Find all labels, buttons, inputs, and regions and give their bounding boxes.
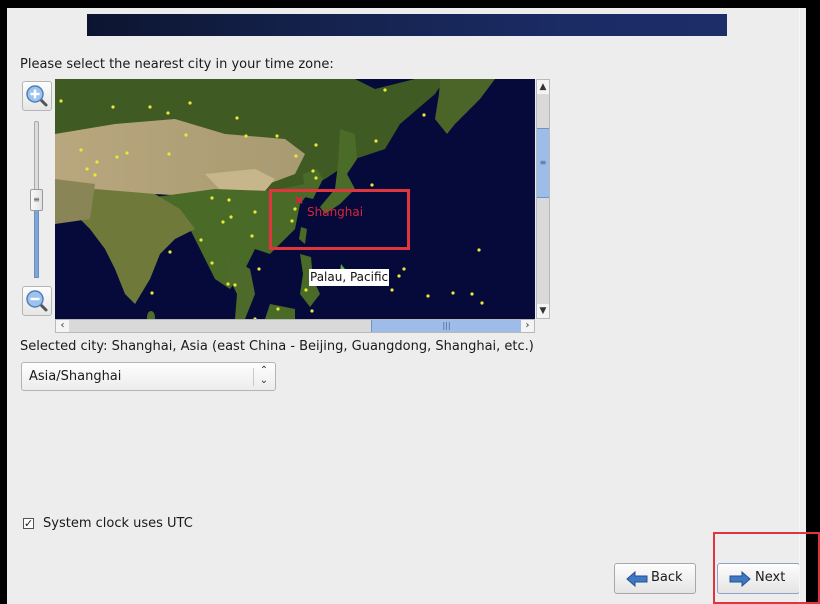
zoom-out-icon: [26, 290, 48, 312]
scroll-up-icon[interactable]: ▲: [537, 80, 549, 94]
timezone-select[interactable]: Asia/Shanghai ⌃ ⌄: [21, 362, 276, 391]
installer-window: Please select the nearest city in your t…: [7, 8, 806, 604]
zoom-slider-handle[interactable]: ≡: [30, 189, 43, 211]
zoom-in-icon: [26, 85, 48, 107]
header-banner: [87, 14, 727, 36]
back-button-label: Back: [651, 570, 683, 585]
timezone-prompt: Please select the nearest city in your t…: [20, 57, 334, 72]
scroll-right-icon[interactable]: ›: [521, 320, 534, 332]
utc-checkbox-label: System clock uses UTC: [43, 516, 193, 531]
horizontal-scroll-thumb[interactable]: |||: [371, 320, 521, 332]
map-horizontal-scrollbar[interactable]: ‹ ||| ›: [55, 319, 535, 333]
select-divider: [253, 368, 254, 386]
zoom-out-button[interactable]: [22, 286, 52, 316]
back-arrow-icon: [626, 571, 648, 587]
scroll-down-icon[interactable]: ▼: [537, 304, 549, 318]
vertical-scroll-thumb[interactable]: ≡: [537, 128, 549, 198]
zoom-slider-fill: [34, 202, 39, 278]
map-vertical-scrollbar[interactable]: ▲ ≡ ▼: [536, 79, 550, 319]
annotation-highlight-next: [713, 532, 820, 604]
annotation-highlight-shanghai: [269, 189, 410, 250]
back-button[interactable]: Back: [614, 563, 696, 594]
scroll-left-icon[interactable]: ‹: [56, 320, 69, 332]
selected-city-text: Selected city: Shanghai, Asia (east Chin…: [20, 339, 534, 354]
utc-checkbox[interactable]: ✓: [23, 518, 34, 529]
timezone-select-value: Asia/Shanghai: [29, 369, 122, 384]
hover-city-tooltip: Palau, Pacific: [309, 269, 390, 286]
select-updown-icon: ⌃ ⌄: [259, 365, 269, 386]
zoom-in-button[interactable]: [22, 81, 52, 111]
